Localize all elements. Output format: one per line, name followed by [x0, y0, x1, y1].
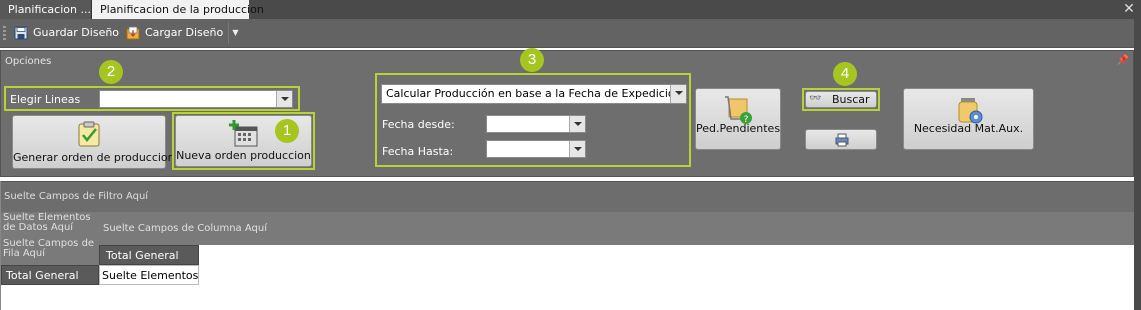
- pivot-data-cell[interactable]: Suelte Elementos de: [99, 265, 199, 285]
- necesidad-mat-aux-button[interactable]: Necesidad Mat.Aux.: [903, 88, 1034, 150]
- opciones-panel: Opciones 📌 2 Elegir Lineas Generar orden…: [0, 48, 1134, 177]
- chevron-down-icon[interactable]: [569, 141, 585, 157]
- document-tab-bar: Planificacion ... Planificacion de la pr…: [0, 0, 1141, 19]
- chevron-down-icon[interactable]: [569, 116, 585, 132]
- buscar-label: Buscar: [832, 93, 870, 106]
- pivot-column-area[interactable]: Suelte Campos de Columna Aquí: [103, 223, 267, 234]
- generar-orden-label: Generar orden de produccion: [13, 151, 175, 164]
- toolbar-grip[interactable]: [3, 26, 6, 41]
- guardar-diseno-button[interactable]: Guardar Diseño: [11, 22, 125, 44]
- binoculars-icon: 👓: [809, 93, 822, 104]
- necesidad-mat-aux-label: Necesidad Mat.Aux.: [913, 122, 1024, 135]
- pin-icon[interactable]: 📌: [1117, 55, 1129, 66]
- badge-1: 1: [275, 119, 299, 143]
- nueva-orden-label: Nueva orden produccion: [176, 149, 311, 162]
- package-help-icon: ?: [725, 96, 752, 125]
- badge-4: 4: [833, 62, 857, 86]
- fecha-hasta-input[interactable]: [486, 140, 586, 158]
- fecha-desde-label: Fecha desde:: [382, 118, 455, 131]
- print-button[interactable]: [805, 129, 877, 150]
- close-icon[interactable]: ✕: [1123, 0, 1135, 19]
- cargar-diseno-dropdown-icon[interactable]: ▼: [228, 22, 242, 44]
- ped-pendientes-label: Ped.Pendientes: [696, 122, 781, 135]
- pivot-total-general-row: Total General: [1, 265, 99, 285]
- toolbar: Guardar Diseño Cargar Diseño ▼: [0, 19, 1141, 48]
- cargar-diseno-button[interactable]: Cargar Diseño: [123, 22, 229, 44]
- tab-planificacion-short[interactable]: Planificacion ...: [0, 0, 92, 19]
- generar-orden-button[interactable]: Generar orden de produccion: [12, 115, 175, 169]
- jar-gear-icon: [958, 98, 982, 124]
- printer-icon: [835, 133, 849, 147]
- elegir-lineas-label: Elegir Lineas: [10, 93, 81, 106]
- calcular-produccion-value: Calcular Producción en base a la Fecha d…: [386, 87, 682, 100]
- chevron-down-icon[interactable]: [276, 91, 292, 107]
- opciones-title: Opciones: [5, 56, 52, 67]
- fecha-desde-input[interactable]: [486, 115, 586, 133]
- cargar-diseno-label: Cargar Diseño: [145, 26, 224, 39]
- badge-3: 3: [520, 48, 544, 72]
- ped-pendientes-button[interactable]: ? Ped.Pendientes: [695, 88, 781, 150]
- save-icon: [14, 26, 28, 40]
- buscar-button[interactable]: 👓 Buscar: [805, 91, 877, 108]
- calendar-add-icon: [228, 120, 257, 147]
- calcular-produccion-select[interactable]: Calcular Producción en base a la Fecha d…: [381, 84, 687, 104]
- tab-planificacion-produccion[interactable]: Planificacion de la produccion: [92, 0, 264, 19]
- elegir-lineas-combo[interactable]: [99, 90, 293, 108]
- pivot-row-area[interactable]: Suelte Campos de Fila Aquí: [3, 239, 99, 259]
- guardar-diseno-label: Guardar Diseño: [33, 26, 120, 39]
- fecha-hasta-label: Fecha Hasta:: [382, 145, 454, 158]
- window-right-edge: [1134, 19, 1141, 310]
- pivot-filter-area[interactable]: Suelte Campos de Filtro Aquí: [1, 181, 1134, 212]
- load-icon: [126, 26, 140, 40]
- badge-2: 2: [99, 60, 123, 84]
- clipboard-check-icon: [78, 121, 100, 147]
- chevron-down-icon[interactable]: [670, 85, 686, 103]
- pivot-total-general-column: Total General: [99, 245, 199, 265]
- pivot-grid: Suelte Campos de Filtro Aquí Suelte Elem…: [0, 181, 1134, 310]
